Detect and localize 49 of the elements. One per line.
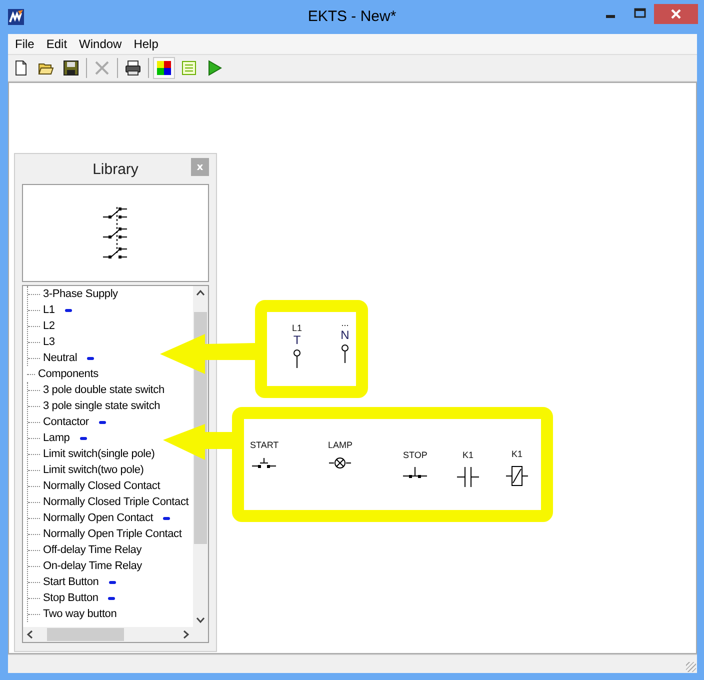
symbol-label: START	[250, 440, 279, 451]
tree-item[interactable]: L3	[42, 336, 56, 348]
symbol-label: LAMP	[328, 440, 353, 451]
app-icon	[8, 9, 24, 25]
symbol-label: ...	[341, 318, 349, 329]
symbol-label: L1	[292, 323, 302, 334]
coil-symbol[interactable]	[506, 466, 528, 486]
tree-item[interactable]: L2	[42, 320, 56, 332]
tree-item[interactable]: On-delay Time Relay	[42, 560, 143, 572]
window-title: EKTS - New*	[308, 8, 396, 25]
scroll-thumb[interactable]	[47, 628, 124, 641]
menu-item[interactable]: File	[14, 37, 42, 51]
tree-item[interactable]: Stop Button	[42, 592, 100, 604]
tree-item[interactable]: Normally Closed Triple Contact	[42, 496, 190, 508]
tree-item[interactable]: Contactor	[42, 416, 90, 428]
tree-item[interactable]: Lamp	[42, 432, 71, 444]
terminal-symbol[interactable]	[340, 343, 350, 365]
color-grid-icon[interactable]	[153, 57, 175, 79]
tree-item[interactable]: 3-Phase Supply	[42, 288, 119, 300]
tree-item[interactable]: Limit switch(two pole)	[42, 464, 145, 476]
terminal-symbol[interactable]	[292, 348, 302, 370]
symbol-label: K1	[511, 449, 522, 460]
tree-item[interactable]: Components	[37, 368, 100, 380]
push-button-symbol[interactable]	[403, 467, 428, 479]
tree-item[interactable]: Limit switch(single pole)	[42, 448, 156, 460]
tree-item[interactable]: Off-delay Time Relay	[42, 544, 143, 556]
close-button[interactable]	[654, 4, 698, 24]
symbol-label: N	[340, 329, 350, 342]
menu-item[interactable]: Help	[132, 37, 166, 51]
tree-item[interactable]: L1	[42, 304, 56, 316]
tree-item[interactable]: Normally Open Contact	[42, 512, 154, 524]
menu-item[interactable]: Window	[78, 37, 129, 51]
symbol-label: K1	[462, 450, 474, 461]
tree-item[interactable]: Start Button	[42, 576, 100, 588]
tree-item[interactable]: Neutral	[42, 352, 78, 364]
tree-item[interactable]: Two way button	[42, 608, 118, 620]
lamp-symbol[interactable]	[329, 457, 352, 469]
tree-item[interactable]: 3 pole double state switch	[42, 384, 166, 396]
symbol-label: T	[293, 334, 301, 347]
contact-symbol[interactable]	[457, 467, 479, 487]
tree-item[interactable]: Normally Closed Contact	[42, 480, 162, 492]
annotation-arrow	[163, 424, 235, 460]
tree-item[interactable]: 3 pole single state switch	[42, 400, 162, 412]
panel-title: Library	[92, 160, 138, 178]
push-button-symbol[interactable]	[252, 457, 276, 469]
symbol-label: STOP	[403, 450, 428, 461]
tree-item[interactable]: Normally Open Triple Contact	[42, 528, 183, 540]
menu-item[interactable]: Edit	[45, 37, 74, 51]
horizontal-scrollbar[interactable]	[23, 627, 208, 642]
